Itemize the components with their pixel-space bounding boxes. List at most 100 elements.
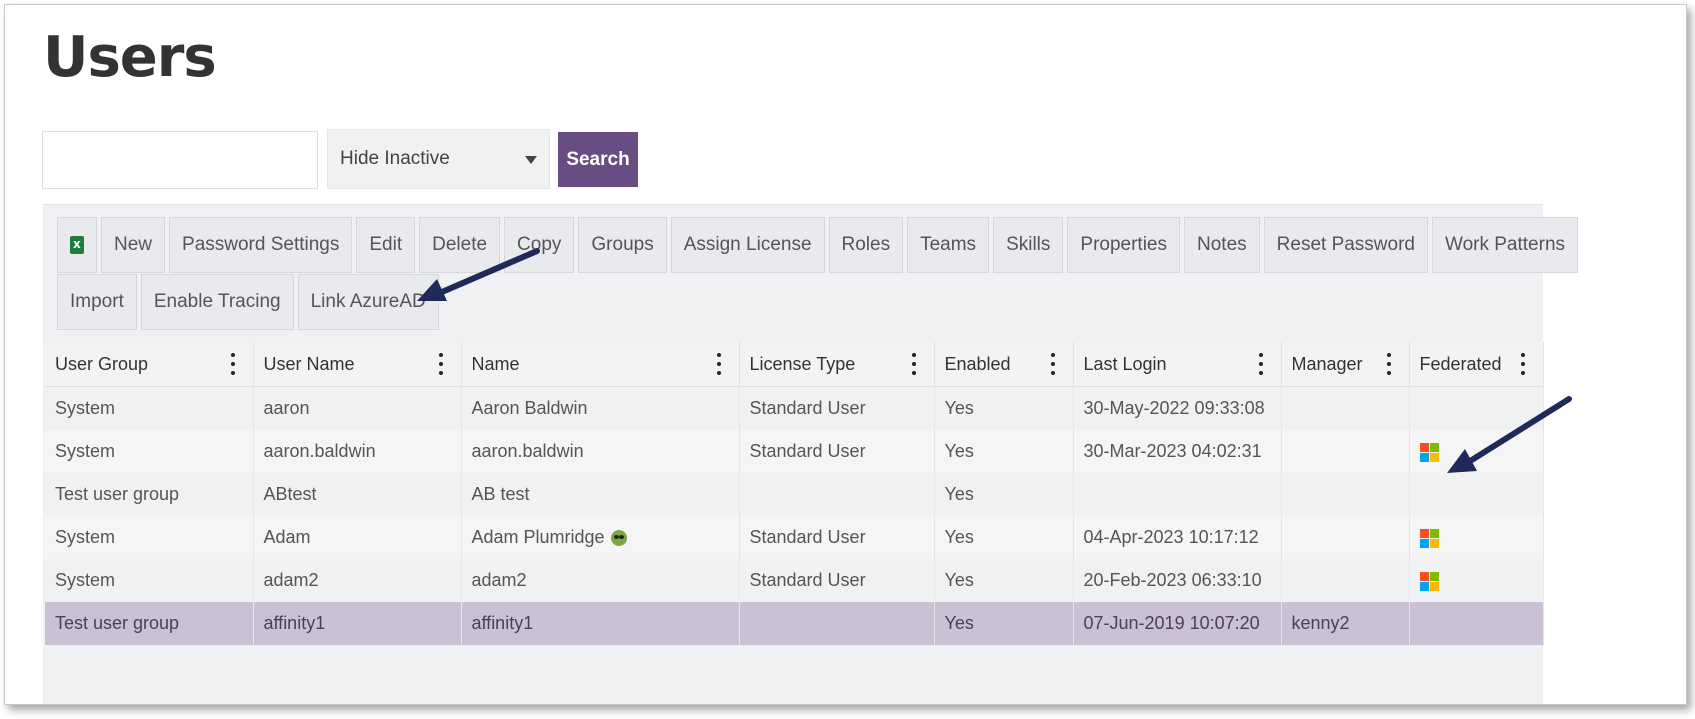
- cell-user-group: System: [45, 559, 254, 602]
- cell-federated: [1409, 473, 1544, 516]
- cell-manager: [1281, 430, 1410, 473]
- cell-text: 07-Jun-2019 10:07:20: [1083, 613, 1260, 633]
- column-menu-icon[interactable]: [1050, 353, 1055, 375]
- microsoft-icon: [1419, 571, 1439, 591]
- cell-text: Yes: [944, 613, 974, 633]
- search-input[interactable]: [42, 131, 318, 189]
- cell-license-type: [739, 602, 935, 645]
- status-filter-select[interactable]: Hide Inactive: [327, 129, 550, 189]
- column-header-federated[interactable]: Federated: [1409, 342, 1544, 387]
- cell-last-login: 07-Jun-2019 10:07:20: [1073, 602, 1282, 645]
- cell-manager: [1281, 473, 1410, 516]
- cell-manager: kenny2: [1281, 602, 1410, 645]
- column-menu-icon[interactable]: [716, 353, 721, 375]
- cell-user-name: affinity1: [253, 602, 462, 645]
- column-menu-icon[interactable]: [1386, 353, 1391, 375]
- notes-button[interactable]: Notes: [1184, 217, 1260, 273]
- column-header-label: User Group: [55, 353, 149, 374]
- annotation-arrow-link-azuread: [417, 248, 540, 301]
- column-menu-icon[interactable]: [1520, 353, 1525, 375]
- column-header-manager[interactable]: Manager: [1281, 342, 1410, 387]
- cell-enabled: Yes: [934, 559, 1074, 602]
- enable-tracing-button[interactable]: Enable Tracing: [140, 274, 294, 330]
- edit-button[interactable]: Edit: [356, 217, 416, 273]
- column-header-enabled[interactable]: Enabled: [934, 342, 1074, 387]
- column-header-last-login[interactable]: Last Login: [1073, 342, 1282, 387]
- column-header-label: Federated: [1419, 353, 1502, 374]
- table-row[interactable]: System aaron.baldwin aaron.baldwin Standard…: [45, 430, 1544, 473]
- table-header-row: User Group User Name Name License Type Enabl…: [45, 342, 1544, 387]
- excel-export-icon: [70, 236, 84, 254]
- cell-name: aaron.baldwin: [461, 430, 740, 473]
- cell-text: affinity1: [263, 613, 326, 633]
- cell-text: Yes: [944, 484, 974, 504]
- chevron-down-icon: [525, 156, 537, 164]
- table-row[interactable]: System adam2 adam2 Standard User Yes 20-Feb-2…: [45, 559, 1544, 602]
- toolbar-row-1: NewPassword SettingsEditDeleteCopyGroups…: [57, 217, 1579, 273]
- table-row[interactable]: Test user group affinity1 affinity1 Yes 07-J…: [45, 602, 1544, 645]
- column-header-label: Enabled: [944, 353, 1011, 374]
- new-button[interactable]: New: [101, 217, 166, 273]
- cell-user-name: ABtest: [253, 473, 462, 516]
- page-title: Users: [43, 25, 217, 90]
- cell-user-group: Test user group: [45, 473, 254, 516]
- cell-federated: [1409, 602, 1544, 645]
- toolbar-row-2: Import Enable Tracing Link AzureAD: [57, 274, 1517, 330]
- cell-text: System: [55, 398, 116, 418]
- search-button[interactable]: Search: [558, 132, 638, 187]
- annotation-arrow-federated: [1447, 396, 1572, 473]
- column-menu-icon[interactable]: [911, 353, 916, 375]
- teams-button[interactable]: Teams: [907, 217, 990, 273]
- cell-federated: [1409, 516, 1544, 559]
- cell-license-type: [739, 473, 935, 516]
- groups-button[interactable]: Groups: [578, 217, 667, 273]
- cell-text: System: [55, 570, 116, 590]
- cell-text: Test user group: [55, 484, 180, 504]
- column-menu-icon[interactable]: [438, 353, 443, 375]
- reset-password-button[interactable]: Reset Password: [1263, 217, 1428, 273]
- cell-user-name: aaron: [253, 386, 462, 430]
- import-button[interactable]: Import: [57, 274, 137, 330]
- work-patterns-button[interactable]: Work Patterns: [1432, 217, 1579, 273]
- cell-text: 30-Mar-2023 04:02:31: [1083, 441, 1262, 461]
- column-header-label: User Name: [263, 353, 355, 374]
- password-settings-button[interactable]: Password Settings: [169, 217, 353, 273]
- cell-enabled: Yes: [934, 473, 1074, 516]
- cell-name: AB test: [461, 473, 740, 516]
- roles-button[interactable]: Roles: [828, 217, 904, 273]
- column-header-user-group[interactable]: User Group: [45, 342, 254, 387]
- cell-federated: [1409, 559, 1544, 602]
- cell-text: Standard User: [749, 570, 866, 590]
- table-row[interactable]: System Adam Adam Plumridge Standard User Yes…: [45, 516, 1544, 559]
- column-header-name[interactable]: Name: [461, 342, 740, 387]
- cell-last-login: [1073, 473, 1282, 516]
- cell-text: Standard User: [749, 441, 866, 461]
- cell-text: System: [55, 527, 116, 547]
- cell-license-type: Standard User: [739, 386, 935, 430]
- properties-button[interactable]: Properties: [1067, 217, 1181, 273]
- status-filter-value: Hide Inactive: [340, 148, 450, 169]
- cell-user-name: aaron.baldwin: [253, 430, 462, 473]
- cell-name: adam2: [461, 559, 740, 602]
- column-header-user-name[interactable]: User Name: [253, 342, 462, 387]
- assign-license-button[interactable]: Assign License: [670, 217, 825, 273]
- cell-text: aaron.baldwin: [471, 441, 584, 461]
- skills-button[interactable]: Skills: [993, 217, 1064, 273]
- cell-text: System: [55, 441, 116, 461]
- table-row[interactable]: Test user group ABtest AB test Yes: [45, 473, 1544, 516]
- cell-text: Yes: [944, 398, 974, 418]
- column-menu-icon[interactable]: [1258, 353, 1263, 375]
- cell-text: 20-Feb-2023 06:33:10: [1083, 570, 1262, 590]
- cell-text: Adam Plumridge: [471, 527, 605, 547]
- cell-text: AB test: [471, 484, 530, 504]
- column-menu-icon[interactable]: [230, 353, 235, 375]
- column-header-label: License Type: [749, 353, 856, 374]
- cell-enabled: Yes: [934, 386, 1074, 430]
- table-row[interactable]: System aaron Aaron Baldwin Standard User Yes…: [45, 386, 1544, 430]
- column-header-license-type[interactable]: License Type: [739, 342, 935, 387]
- cell-text: ABtest: [263, 484, 317, 504]
- cell-manager: [1281, 516, 1410, 559]
- export-excel-button[interactable]: [57, 217, 97, 273]
- cell-name: Adam Plumridge: [461, 516, 740, 559]
- cell-name: affinity1: [461, 602, 740, 645]
